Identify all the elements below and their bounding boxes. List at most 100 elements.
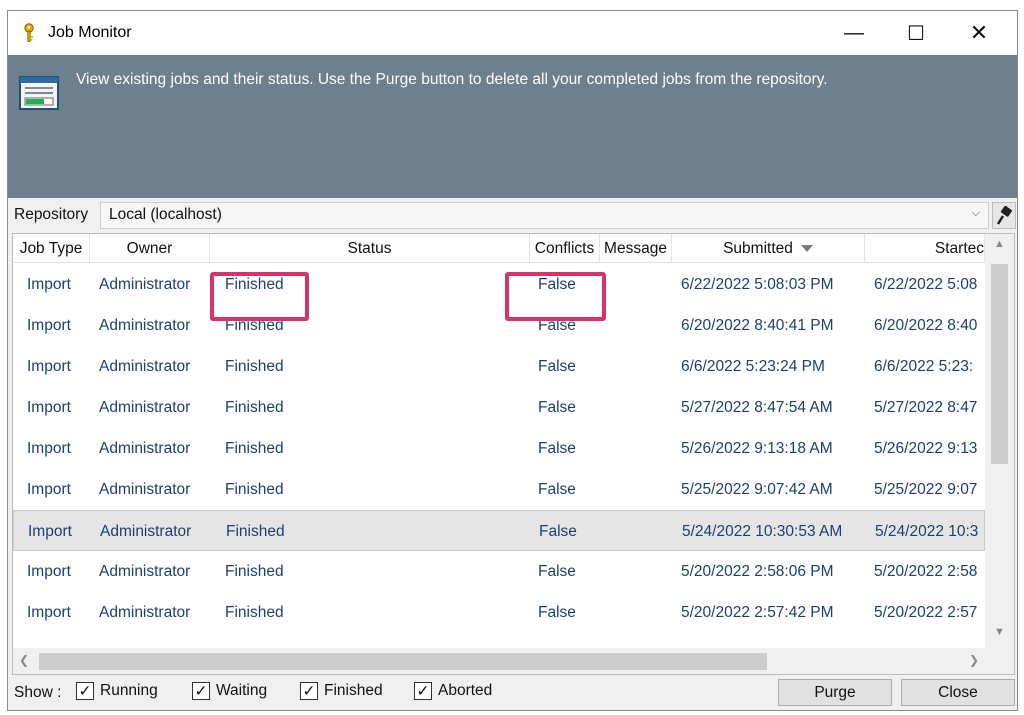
filter-running-checkbox[interactable]: ✓ Running — [76, 682, 158, 700]
cell-started: 5/20/2022 2:57 — [874, 604, 978, 621]
column-header-message[interactable]: Message — [600, 234, 672, 263]
cell-conflicts: False — [538, 440, 576, 457]
minimize-button[interactable]: — — [823, 11, 885, 55]
table-row[interactable]: Import Administrator Finished False 5/25/202… — [13, 469, 985, 510]
scroll-down-icon[interactable]: ▼ — [985, 626, 1014, 638]
cell-conflicts: False — [538, 604, 576, 621]
cell-job-type: Import — [27, 563, 71, 580]
scroll-left-icon[interactable]: ❮ — [19, 653, 29, 667]
cell-owner: Administrator — [99, 276, 191, 293]
purge-button[interactable]: Purge — [778, 679, 892, 706]
cell-started: 5/25/2022 9:07 — [874, 481, 978, 498]
cell-submitted: 5/24/2022 10:30:53 AM — [682, 523, 843, 540]
checkbox-check-icon: ✓ — [192, 682, 210, 700]
jobs-table: Job Type Owner Status Conflicts Message … — [12, 233, 1015, 675]
cell-owner: Administrator — [99, 317, 191, 334]
filter-aborted-checkbox[interactable]: ✓ Aborted — [414, 682, 492, 700]
vertical-scrollbar[interactable]: ▲ ▼ — [985, 234, 1014, 648]
cell-owner: Administrator — [99, 399, 191, 416]
cell-status: Finished — [225, 604, 284, 621]
filter-waiting-checkbox[interactable]: ✓ Waiting — [192, 682, 267, 700]
table-row[interactable]: Import Administrator Finished False 6/6/2022… — [13, 346, 985, 387]
column-header-submitted-label: Submitted — [723, 239, 793, 257]
footer-bar: Show : ✓ Running ✓ Waiting ✓ Finished ✓ … — [12, 679, 1015, 709]
cell-started: 5/24/2022 10:3 — [875, 523, 979, 540]
cell-status: Finished — [225, 563, 284, 580]
cell-job-type: Import — [27, 440, 71, 457]
job-monitor-window: Job Monitor — ☐ ✕ View existing jobs and… — [7, 10, 1018, 711]
column-header-job-type[interactable]: Job Type — [13, 234, 90, 263]
table-row[interactable]: Import Administrator Finished False 5/27/202… — [13, 387, 985, 428]
cell-started: 6/22/2022 5:08 — [874, 276, 978, 293]
chevron-down-icon: ⌵ — [971, 207, 980, 219]
job-monitor-icon — [19, 76, 59, 110]
cell-owner: Administrator — [99, 481, 191, 498]
horizontal-scrollbar[interactable]: ❮ ❯ — [13, 648, 985, 674]
cell-owner: Administrator — [99, 358, 191, 375]
maximize-button[interactable]: ☐ — [885, 11, 947, 55]
cell-submitted: 5/27/2022 8:47:54 AM — [681, 399, 833, 416]
info-banner: View existing jobs and their status. Use… — [8, 55, 1017, 198]
table-row[interactable]: Import Administrator Finished False 6/20/202… — [13, 305, 985, 346]
filter-waiting-label: Waiting — [216, 682, 268, 699]
cell-conflicts: False — [538, 481, 576, 498]
cell-status: Finished — [226, 523, 285, 540]
table-row[interactable]: Import Administrator Finished False 5/20/202… — [13, 592, 985, 633]
scroll-right-icon[interactable]: ❯ — [969, 653, 979, 667]
scroll-up-icon[interactable]: ▲ — [985, 238, 1014, 250]
cell-owner: Administrator — [100, 523, 192, 540]
column-header-status[interactable]: Status — [210, 234, 530, 263]
sort-descending-icon — [800, 245, 813, 252]
cell-owner: Administrator — [99, 563, 191, 580]
cell-conflicts: False — [538, 563, 576, 580]
cell-job-type: Import — [27, 399, 71, 416]
vertical-scroll-thumb[interactable] — [991, 264, 1008, 464]
cell-status: Finished — [225, 481, 284, 498]
cell-status: Finished — [225, 399, 284, 416]
cell-job-type: Import — [27, 358, 71, 375]
cell-conflicts: False — [538, 358, 576, 375]
horizontal-scroll-thumb[interactable] — [39, 653, 767, 670]
column-header-conflicts[interactable]: Conflicts — [530, 234, 600, 263]
table-row[interactable]: Import Administrator Finished False 5/26/202… — [13, 428, 985, 469]
table-row[interactable]: Import Administrator Finished False 6/22/202… — [13, 264, 985, 305]
close-window-button[interactable]: ✕ — [948, 11, 1010, 55]
checkbox-check-icon: ✓ — [414, 682, 432, 700]
repository-value: Local (localhost) — [109, 206, 222, 223]
cell-submitted: 6/6/2022 5:23:24 PM — [681, 358, 825, 375]
window-title: Job Monitor — [48, 24, 132, 41]
cell-submitted: 5/25/2022 9:07:42 AM — [681, 481, 833, 498]
checkbox-check-icon: ✓ — [76, 682, 94, 700]
cell-submitted: 5/20/2022 2:58:06 PM — [681, 563, 834, 580]
cell-submitted: 6/20/2022 8:40:41 PM — [681, 317, 834, 334]
connect-button[interactable] — [992, 202, 1016, 229]
cell-submitted: 6/22/2022 5:08:03 PM — [681, 276, 834, 293]
show-filter-label: Show : — [14, 684, 62, 701]
cell-job-type: Import — [28, 523, 72, 540]
plug-icon — [996, 205, 1012, 225]
repository-dropdown[interactable]: Local (localhost) ⌵ — [100, 202, 989, 229]
filter-finished-checkbox[interactable]: ✓ Finished — [300, 682, 383, 700]
scrollbar-corner — [985, 648, 1014, 674]
cell-status: Finished — [225, 440, 284, 457]
table-row[interactable]: Import Administrator Finished False 5/20/202… — [13, 551, 985, 592]
column-header-started[interactable]: Startec — [865, 234, 985, 263]
table-header: Job Type Owner Status Conflicts Message … — [13, 234, 985, 263]
title-bar: Job Monitor — ☐ ✕ — [8, 11, 1017, 55]
cell-started: 5/27/2022 8:47 — [874, 399, 978, 416]
column-header-submitted[interactable]: Submitted — [672, 234, 865, 263]
cell-started: 5/26/2022 9:13 — [874, 440, 978, 457]
conflicts-highlight — [505, 272, 606, 321]
cell-submitted: 5/26/2022 9:13:18 AM — [681, 440, 833, 457]
banner-description: View existing jobs and their status. Use… — [76, 71, 828, 88]
cell-conflicts: False — [538, 399, 576, 416]
cell-started: 5/20/2022 2:58 — [874, 563, 978, 580]
cell-owner: Administrator — [99, 604, 191, 621]
filter-finished-label: Finished — [324, 682, 383, 699]
close-button[interactable]: Close — [901, 679, 1015, 706]
repository-label: Repository — [14, 206, 89, 223]
repository-row: Repository Local (localhost) ⌵ — [12, 202, 1016, 230]
table-row[interactable]: Import Administrator Finished False 5/24/202… — [13, 510, 985, 551]
cell-started: 6/20/2022 8:40 — [874, 317, 978, 334]
column-header-owner[interactable]: Owner — [90, 234, 210, 263]
